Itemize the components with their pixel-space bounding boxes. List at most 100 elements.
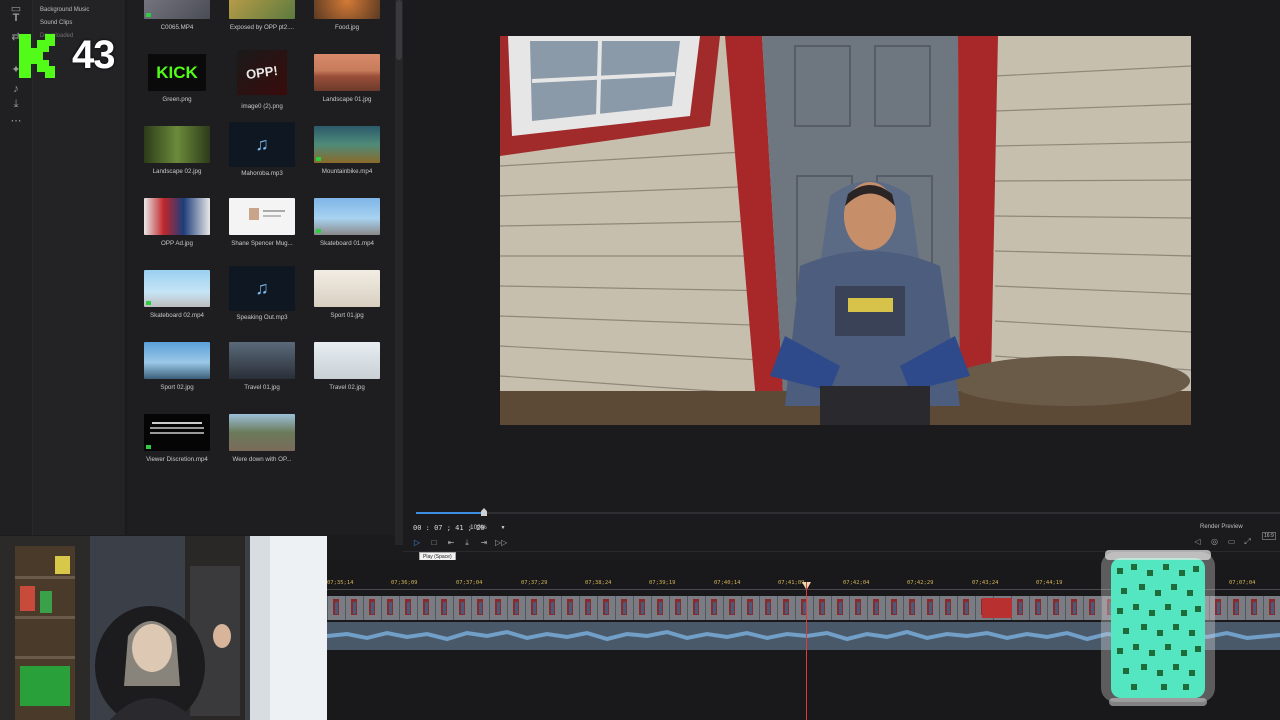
media-item[interactable]: OPP Ad.jpg <box>137 198 217 247</box>
media-label: Were down with OP... <box>232 456 292 463</box>
media-label: Mountainbike.mp4 <box>321 168 373 175</box>
media-item[interactable]: Exposed by OPP pt2.... <box>222 0 302 31</box>
media-thumbnail <box>314 198 380 235</box>
media-thumbnail <box>314 54 380 91</box>
kick-k-icon <box>19 34 55 78</box>
library-scrollbar[interactable] <box>395 0 403 545</box>
media-item[interactable]: Mountainbike.mp4 <box>307 126 387 175</box>
media-item[interactable]: KICK Green.png <box>137 54 217 103</box>
video-icon <box>146 13 151 17</box>
media-label: Mahoroba.mp3 <box>241 170 283 177</box>
media-item[interactable]: ♫ Speaking Out.mp3 <box>222 266 302 321</box>
media-label: Shane Spencer Mug... <box>231 240 293 247</box>
play-icon[interactable]: ▷ <box>411 538 423 548</box>
media-thumbnail <box>314 126 380 163</box>
zoom-select[interactable]: 100% ▼ <box>470 524 505 531</box>
display-icon[interactable]: ▭ <box>1226 537 1237 547</box>
preview-scene <box>500 36 1191 425</box>
library-scroll-thumb[interactable] <box>396 0 402 60</box>
media-thumbnail: OPP! <box>237 50 287 95</box>
media-item[interactable]: Travel 02.jpg <box>307 342 387 391</box>
media-thumbnail: KICK <box>148 54 206 91</box>
media-label: C0065.MP4 <box>160 24 194 31</box>
media-thumbnail <box>314 342 380 379</box>
media-label: Exposed by OPP pt2.... <box>229 24 295 31</box>
more-icon[interactable]: ⋯ <box>8 114 24 128</box>
ruler-tick: 07;43;24 <box>972 580 999 586</box>
media-item[interactable]: Landscape 01.jpg <box>307 54 387 103</box>
media-item[interactable]: Sport 02.jpg <box>137 342 217 391</box>
ruler-tick: 07;39;19 <box>649 580 676 586</box>
ruler-tick: 07;41;09 <box>778 580 805 586</box>
ruler-tick: 07;42;04 <box>843 580 870 586</box>
media-label: Sport 02.jpg <box>160 384 194 391</box>
media-item[interactable]: Viewer Discretion.mp4 <box>137 414 217 463</box>
media-item[interactable]: Skateboard 02.mp4 <box>137 270 217 319</box>
video-icon <box>146 445 151 449</box>
ruler-tick: 07;37;29 <box>521 580 548 586</box>
undock-icon[interactable]: ⤢ <box>1242 537 1253 547</box>
jar-graphic <box>1101 550 1215 706</box>
media-thumbnail <box>229 0 295 19</box>
stop-icon[interactable]: □ <box>428 538 440 548</box>
media-label: Speaking Out.mp3 <box>236 314 288 321</box>
media-item[interactable]: C0065.MP4 <box>137 0 217 31</box>
media-label: Viewer Discretion.mp4 <box>146 456 208 463</box>
media-thumbnail: ♫ <box>229 122 295 167</box>
media-thumbnail: ♫ <box>229 266 295 311</box>
music-note-icon: ♫ <box>255 134 269 154</box>
video-icon <box>316 157 321 161</box>
media-label: Food.jpg <box>334 24 360 31</box>
media-item[interactable]: Food.jpg <box>307 0 387 31</box>
media-thumbnail <box>144 270 210 307</box>
zoom-value: 100% <box>470 524 487 531</box>
kick-jar-overlay <box>1101 548 1215 708</box>
media-item[interactable]: Were down with OP... <box>222 414 302 463</box>
media-item[interactable]: Shane Spencer Mug... <box>222 198 302 247</box>
media-item[interactable]: Sport 01.jpg <box>307 270 387 319</box>
media-thumbnail <box>144 126 210 163</box>
media-label: Skateboard 02.mp4 <box>149 312 204 319</box>
snapshot-icon[interactable]: ◎ <box>1209 537 1220 547</box>
export-icon[interactable]: ⤓ <box>8 97 24 111</box>
media-label: Landscape 02.jpg <box>152 168 202 175</box>
category-sound-clips[interactable]: Sound Clips <box>40 20 72 26</box>
aspect-ratio-badge[interactable]: 16:9 <box>1262 532 1276 540</box>
previous-frame-icon[interactable]: ⇤ <box>445 538 457 548</box>
ruler-tick: 07;38;24 <box>585 580 612 586</box>
media-thumbnail <box>144 0 210 19</box>
media-item[interactable]: Travel 01.jpg <box>222 342 302 391</box>
video-icon <box>146 301 151 305</box>
fast-forward-icon[interactable]: ▷▷ <box>495 538 507 548</box>
media-item[interactable]: Skateboard 01.mp4 <box>307 198 387 247</box>
media-thumbnail <box>229 414 295 451</box>
webcam-overlay <box>0 536 327 720</box>
media-label: OPP Ad.jpg <box>161 240 193 247</box>
category-background-music[interactable]: Background Music <box>40 7 89 13</box>
video-icon <box>316 229 321 233</box>
preview-progress-fill <box>416 512 484 514</box>
title-icon[interactable]: T <box>8 11 24 25</box>
playhead-line[interactable] <box>806 582 807 720</box>
media-library: C0065.MP4 Exposed by OPP pt2.... Food.jp… <box>127 0 395 535</box>
ruler-tick: 07;35;14 <box>327 580 354 586</box>
media-item[interactable]: ♫ Mahoroba.mp3 <box>222 122 302 177</box>
ruler-tick: 07;44;19 <box>1036 580 1063 586</box>
media-thumbnail <box>229 198 295 235</box>
media-thumbnail <box>314 0 380 19</box>
media-item[interactable]: OPP! image0 (2).png <box>222 50 302 110</box>
render-preview-button[interactable]: Render Preview <box>1200 524 1243 530</box>
preview-progress-track[interactable] <box>416 512 1280 514</box>
split-icon[interactable]: ⤓ <box>461 538 473 548</box>
media-thumbnail <box>144 198 210 235</box>
volume-icon[interactable]: ◁ <box>1192 537 1203 547</box>
media-label: Landscape 01.jpg <box>322 96 372 103</box>
media-item[interactable]: Landscape 02.jpg <box>137 126 217 175</box>
ruler-tick: 07;42;29 <box>907 580 934 586</box>
ruler-tick: 07;07;04 <box>1229 580 1256 586</box>
media-label: Travel 02.jpg <box>329 384 365 391</box>
ruler-tick: 07;40;14 <box>714 580 741 586</box>
media-label: Green.png <box>162 96 192 103</box>
media-label: Skateboard 01.mp4 <box>319 240 374 247</box>
next-frame-icon[interactable]: ⇥ <box>478 538 490 548</box>
